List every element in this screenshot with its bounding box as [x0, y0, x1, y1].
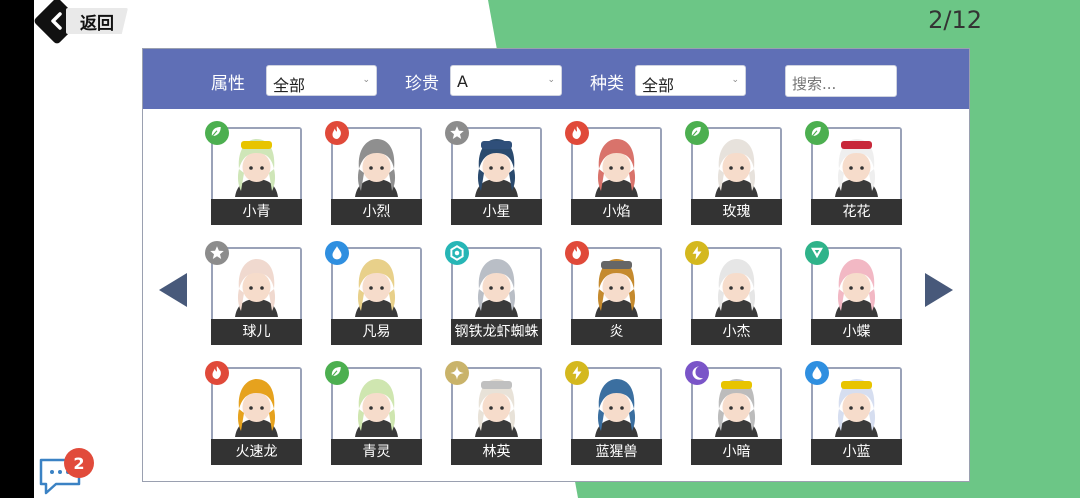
flame-icon [565, 241, 589, 265]
left-edge-bar [0, 0, 34, 498]
flame-icon [565, 121, 589, 145]
character-card[interactable]: 蓝猩兽 [565, 361, 662, 465]
character-card[interactable]: 玫瑰 [685, 121, 782, 225]
rarity-select-value: A [457, 72, 468, 91]
character-card[interactable]: 小焰 [565, 121, 662, 225]
character-card[interactable]: 小蓝 [805, 361, 902, 465]
triangle-icon [805, 241, 829, 265]
character-grid: 小青 小烈 小星 小焰 玫瑰 花花球儿 凡易 钢铁龙虾蜘蛛 炎 小杰 小蝶火速龙 青灵 林英 蓝猩兽 小暗 小… [143, 109, 969, 483]
character-name: 小暗 [691, 439, 782, 465]
water-drop-icon [805, 361, 829, 385]
page-indicator: 2/12 [928, 6, 982, 34]
character-name: 钢铁龙虾蜘蛛 [451, 319, 542, 345]
character-name: 蓝猩兽 [571, 439, 662, 465]
character-name: 小星 [451, 199, 542, 225]
leaf-icon [325, 361, 349, 385]
lightning-icon [685, 241, 709, 265]
flame-icon [205, 361, 229, 385]
kind-select-value: 全部 [642, 76, 675, 95]
next-page-arrow[interactable] [925, 273, 953, 307]
character-card[interactable]: 林英 [445, 361, 542, 465]
leaf-icon [205, 121, 229, 145]
character-card[interactable]: 小青 [205, 121, 302, 225]
search-input[interactable] [785, 65, 897, 97]
lightning-icon [565, 361, 589, 385]
character-name: 小蝶 [811, 319, 902, 345]
character-card[interactable]: 小星 [445, 121, 542, 225]
rarity-select[interactable]: A ⌄ [450, 65, 562, 96]
character-card[interactable]: 小暗 [685, 361, 782, 465]
character-card[interactable]: 小蝶 [805, 241, 902, 345]
filter-bar: 属性 全部 ⌄ 珍贵 A ⌄ 种类 全部 ⌄ [143, 49, 969, 109]
character-card[interactable]: 花花 [805, 121, 902, 225]
attribute-select-value: 全部 [273, 76, 306, 95]
character-card[interactable]: 钢铁龙虾蜘蛛 [445, 241, 542, 345]
character-card[interactable]: 小杰 [685, 241, 782, 345]
character-name: 小烈 [331, 199, 422, 225]
star-icon [205, 241, 229, 265]
character-card[interactable]: 青灵 [325, 361, 422, 465]
back-button[interactable]: 返回 [32, 0, 134, 46]
leaf-icon [685, 121, 709, 145]
character-name: 小蓝 [811, 439, 902, 465]
kind-filter-label: 种类 [590, 74, 624, 94]
rarity-filter-label: 珍贵 [405, 74, 439, 94]
character-name: 凡易 [331, 319, 422, 345]
character-card[interactable]: 凡易 [325, 241, 422, 345]
hexagon-icon [445, 241, 469, 265]
character-name: 青灵 [331, 439, 422, 465]
water-drop-icon [325, 241, 349, 265]
character-name: 火速龙 [211, 439, 302, 465]
character-card[interactable]: 小烈 [325, 121, 422, 225]
chevron-down-icon: ⌄ [547, 75, 555, 85]
character-name: 小焰 [571, 199, 662, 225]
character-name: 花花 [811, 199, 902, 225]
character-name: 玫瑰 [691, 199, 782, 225]
flame-icon [325, 121, 349, 145]
character-card[interactable]: 炎 [565, 241, 662, 345]
character-name: 小杰 [691, 319, 782, 345]
chevron-down-icon: ⌄ [362, 75, 370, 85]
star-icon [445, 121, 469, 145]
character-name: 林英 [451, 439, 542, 465]
character-name: 小青 [211, 199, 302, 225]
leaf-icon [805, 121, 829, 145]
previous-page-arrow[interactable] [159, 273, 187, 307]
character-name: 炎 [571, 319, 662, 345]
back-label: 返回 [66, 8, 128, 34]
attribute-select[interactable]: 全部 ⌄ [266, 65, 377, 96]
crescent-moon-icon [685, 361, 709, 385]
kind-select[interactable]: 全部 ⌄ [635, 65, 746, 96]
character-name: 球儿 [211, 319, 302, 345]
character-card[interactable]: 球儿 [205, 241, 302, 345]
unread-badge: 2 [64, 448, 94, 478]
character-panel: 属性 全部 ⌄ 珍贵 A ⌄ 种类 全部 ⌄ 小青 小烈 小星 小焰 玫瑰 花花球儿 凡易 钢… [142, 48, 970, 482]
attribute-filter-label: 属性 [211, 74, 245, 94]
sparkle-icon [445, 361, 469, 385]
character-card[interactable]: 火速龙 [205, 361, 302, 465]
chevron-down-icon: ⌄ [731, 75, 739, 85]
